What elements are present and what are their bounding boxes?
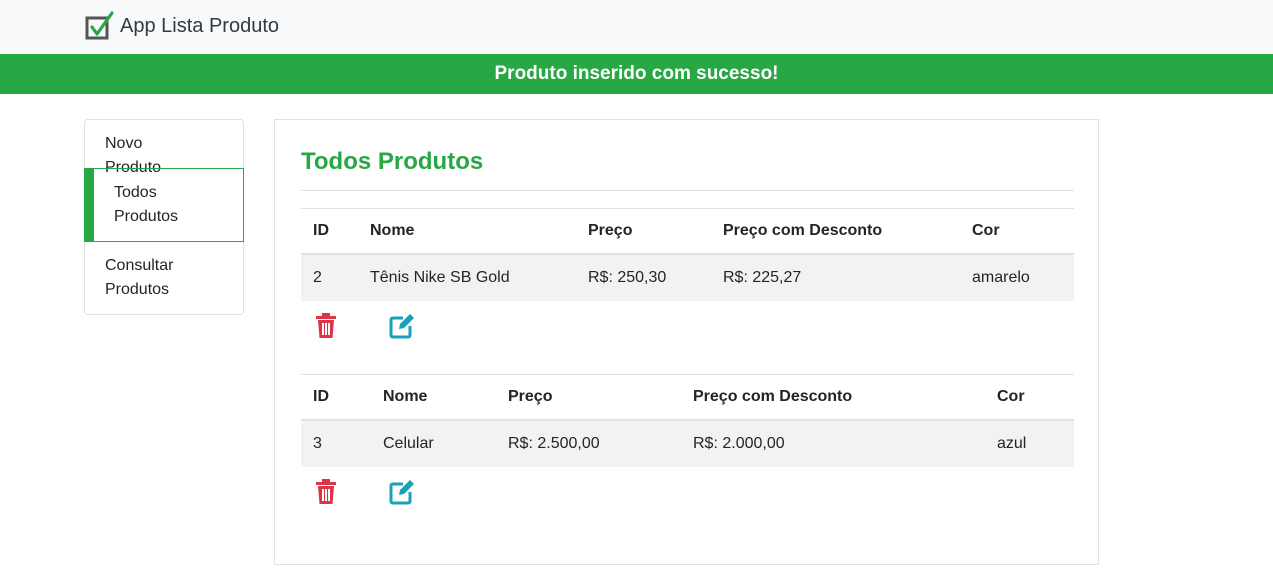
cell-preco: R$: 2.500,00 bbox=[508, 435, 600, 452]
trash-icon[interactable] bbox=[314, 313, 338, 339]
sidebar-item-consultar-produtos[interactable]: Consultar Produtos bbox=[85, 254, 243, 302]
header-nome: Nome bbox=[383, 388, 428, 405]
edit-icon[interactable] bbox=[389, 313, 415, 339]
header-id: ID bbox=[313, 222, 329, 239]
edit-icon[interactable] bbox=[389, 479, 415, 505]
page-title: Todos Produtos bbox=[301, 148, 484, 175]
cell-id: 3 bbox=[313, 435, 322, 452]
brand-link[interactable]: App Lista Produto bbox=[84, 10, 279, 42]
checkbox-check-icon bbox=[84, 10, 116, 42]
app-title: App Lista Produto bbox=[120, 14, 279, 37]
sidebar-item-label: Consultar Produtos bbox=[105, 257, 174, 298]
products-card: Todos Produtos ID Nome Preço Preço com D… bbox=[274, 119, 1099, 565]
header-cor: Cor bbox=[997, 388, 1025, 405]
success-alert: Produto inserido com sucesso! bbox=[0, 54, 1273, 94]
header-preco: Preço bbox=[508, 388, 553, 405]
header-cor: Cor bbox=[972, 222, 1000, 239]
table-row: 2 Tênis Nike SB Gold R$: 250,30 R$: 225,… bbox=[301, 255, 1074, 301]
header-nome: Nome bbox=[370, 222, 415, 239]
cell-cor: amarelo bbox=[972, 269, 1030, 286]
cell-preco-desconto: R$: 225,27 bbox=[723, 269, 802, 286]
header-id: ID bbox=[313, 388, 329, 405]
sidebar-item-label: Todos Produtos bbox=[114, 184, 179, 225]
header-preco-desconto: Preço com Desconto bbox=[723, 222, 883, 239]
navbar: App Lista Produto bbox=[0, 0, 1273, 54]
table-header-row: ID Nome Preço Preço com Desconto Cor bbox=[301, 374, 1074, 421]
cell-preco-desconto: R$: 2.000,00 bbox=[693, 435, 785, 452]
alert-message: Produto inserido com sucesso! bbox=[494, 63, 779, 84]
row-actions bbox=[301, 467, 1074, 517]
table-row: 3 Celular R$: 2.500,00 R$: 2.000,00 azul bbox=[301, 421, 1074, 467]
table-header-row: ID Nome Preço Preço com Desconto Cor bbox=[301, 208, 1074, 255]
cell-nome: Tênis Nike SB Gold bbox=[370, 269, 510, 286]
sidebar-menu: Novo Produto Todos Produtos Consultar Pr… bbox=[84, 119, 244, 315]
sidebar-item-todos-produtos[interactable]: Todos Produtos bbox=[84, 168, 244, 242]
cell-preco: R$: 250,30 bbox=[588, 269, 667, 286]
cell-nome: Celular bbox=[383, 435, 434, 452]
trash-icon[interactable] bbox=[314, 479, 338, 505]
header-preco-desconto: Preço com Desconto bbox=[693, 388, 853, 405]
cell-id: 2 bbox=[313, 269, 322, 286]
cell-cor: azul bbox=[997, 435, 1027, 452]
row-actions bbox=[301, 301, 1074, 351]
divider bbox=[301, 190, 1074, 191]
header-preco: Preço bbox=[588, 222, 633, 239]
